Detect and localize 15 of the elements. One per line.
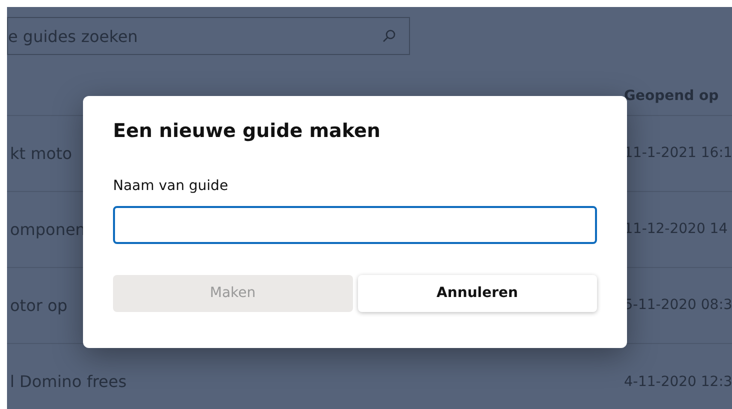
table-cell-text: otor op [10, 294, 68, 316]
search-field[interactable]: e guides zoeken [7, 17, 410, 55]
table-cell: 5-11-2020 08:3 [624, 297, 732, 313]
table-cell: 11-12-2020 14 [624, 221, 728, 237]
search-icon [382, 29, 396, 43]
table-cell-text: l Domino frees [10, 371, 127, 393]
column-header[interactable]: Geopend op [624, 86, 719, 106]
field-label: Naam van guide [113, 176, 228, 196]
table-cell: 4-11-2020 12:3 [624, 374, 732, 390]
table-cell: 11-1-2021 16:1 [624, 145, 732, 161]
table-cell-text: kt moto [10, 142, 72, 164]
cancel-button[interactable]: Annuleren [358, 274, 597, 312]
name-input[interactable] [113, 206, 597, 244]
table-cell-text: omponen [10, 218, 86, 240]
dialog-title: Een nieuwe guide maken [113, 120, 382, 143]
